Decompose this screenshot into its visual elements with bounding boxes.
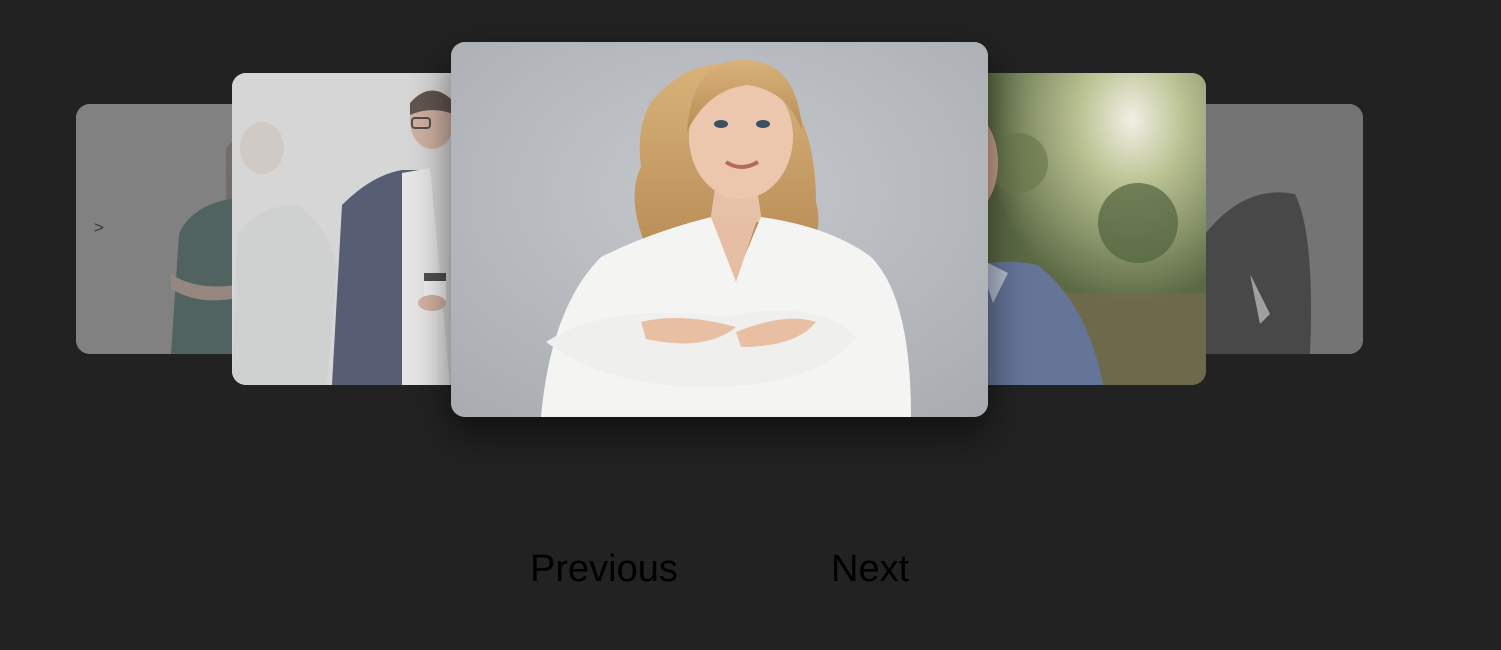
slide-caret: > — [94, 218, 104, 237]
slide-center-image — [451, 42, 988, 417]
slide-near-right-image — [958, 73, 1206, 385]
slide-near-right[interactable] — [958, 73, 1206, 385]
next-button[interactable]: Next — [831, 548, 909, 591]
slide-center-active[interactable] — [451, 42, 988, 417]
carousel-stage: > Previous Next — [0, 0, 1501, 650]
previous-button[interactable]: Previous — [530, 548, 678, 591]
